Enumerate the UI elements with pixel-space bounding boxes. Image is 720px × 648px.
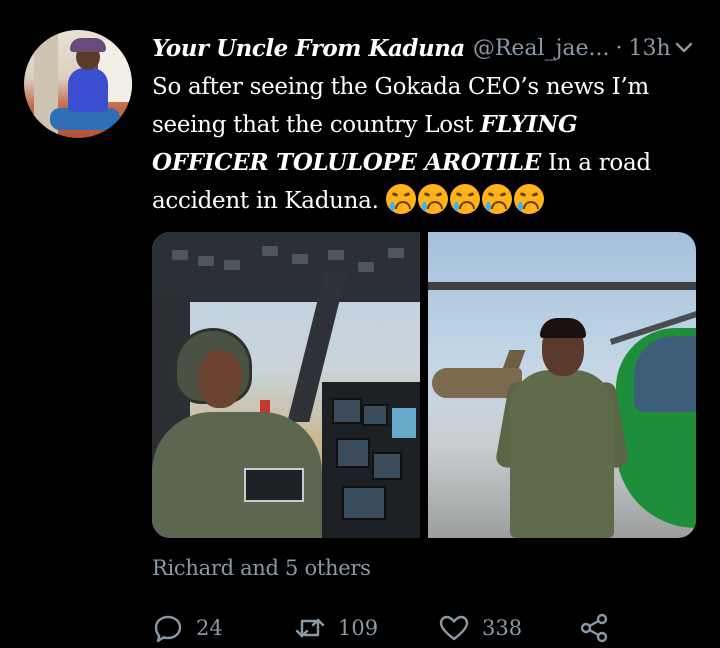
crying-emoji-icon: [417, 184, 448, 214]
crying-emoji-icon: [449, 184, 480, 214]
rotor-blade: [428, 282, 696, 290]
reply-icon: [154, 615, 182, 643]
crying-emoji-icon: [513, 184, 544, 214]
avatar-person-body: [68, 68, 108, 112]
pilot-kneeboard: [244, 468, 304, 502]
retweet-button[interactable]: 109: [294, 610, 378, 646]
author-avatar[interactable]: [24, 30, 132, 138]
retweet-icon: [295, 618, 325, 638]
liked-by-text[interactable]: Richard and 5 others: [152, 556, 371, 580]
officer-hair: [540, 318, 586, 338]
cockpit-display: [392, 408, 416, 438]
media-photo-officer[interactable]: [428, 232, 696, 538]
tweet-text: So after seeing the Gokada CEO’s news I’…: [152, 68, 692, 220]
reply-count: 24: [196, 616, 223, 640]
heart-icon: [439, 615, 469, 641]
like-count: 338: [482, 616, 523, 640]
separator-dot: ·: [615, 35, 623, 61]
tweet-timestamp[interactable]: 13h: [629, 36, 671, 61]
media-photo-cockpit[interactable]: [152, 232, 420, 538]
like-button[interactable]: 338: [438, 610, 522, 646]
pilot-face: [198, 350, 242, 408]
avatar-person-hat: [70, 38, 106, 52]
share-icon: [580, 613, 608, 643]
share-button[interactable]: [578, 610, 622, 646]
author-name[interactable]: Your Uncle From Kaduna: [152, 35, 465, 62]
retweet-count: 109: [338, 616, 379, 640]
chevron-down-icon[interactable]: [674, 38, 694, 58]
crying-emoji-icon: [481, 184, 512, 214]
crying-emoji-icon: [385, 184, 416, 214]
cockpit-ceiling-panel: [152, 232, 420, 302]
tweet-header: Your Uncle From Kaduna @Real_jae... · 13…: [152, 30, 712, 66]
tweet-media: [152, 232, 696, 538]
reply-button[interactable]: 24: [152, 610, 223, 646]
instrument-panel: [322, 382, 420, 538]
tweet-actions: 24 109 338: [152, 610, 692, 646]
author-handle[interactable]: @Real_jae...: [473, 36, 610, 61]
officer-flight-suit: [510, 370, 614, 538]
